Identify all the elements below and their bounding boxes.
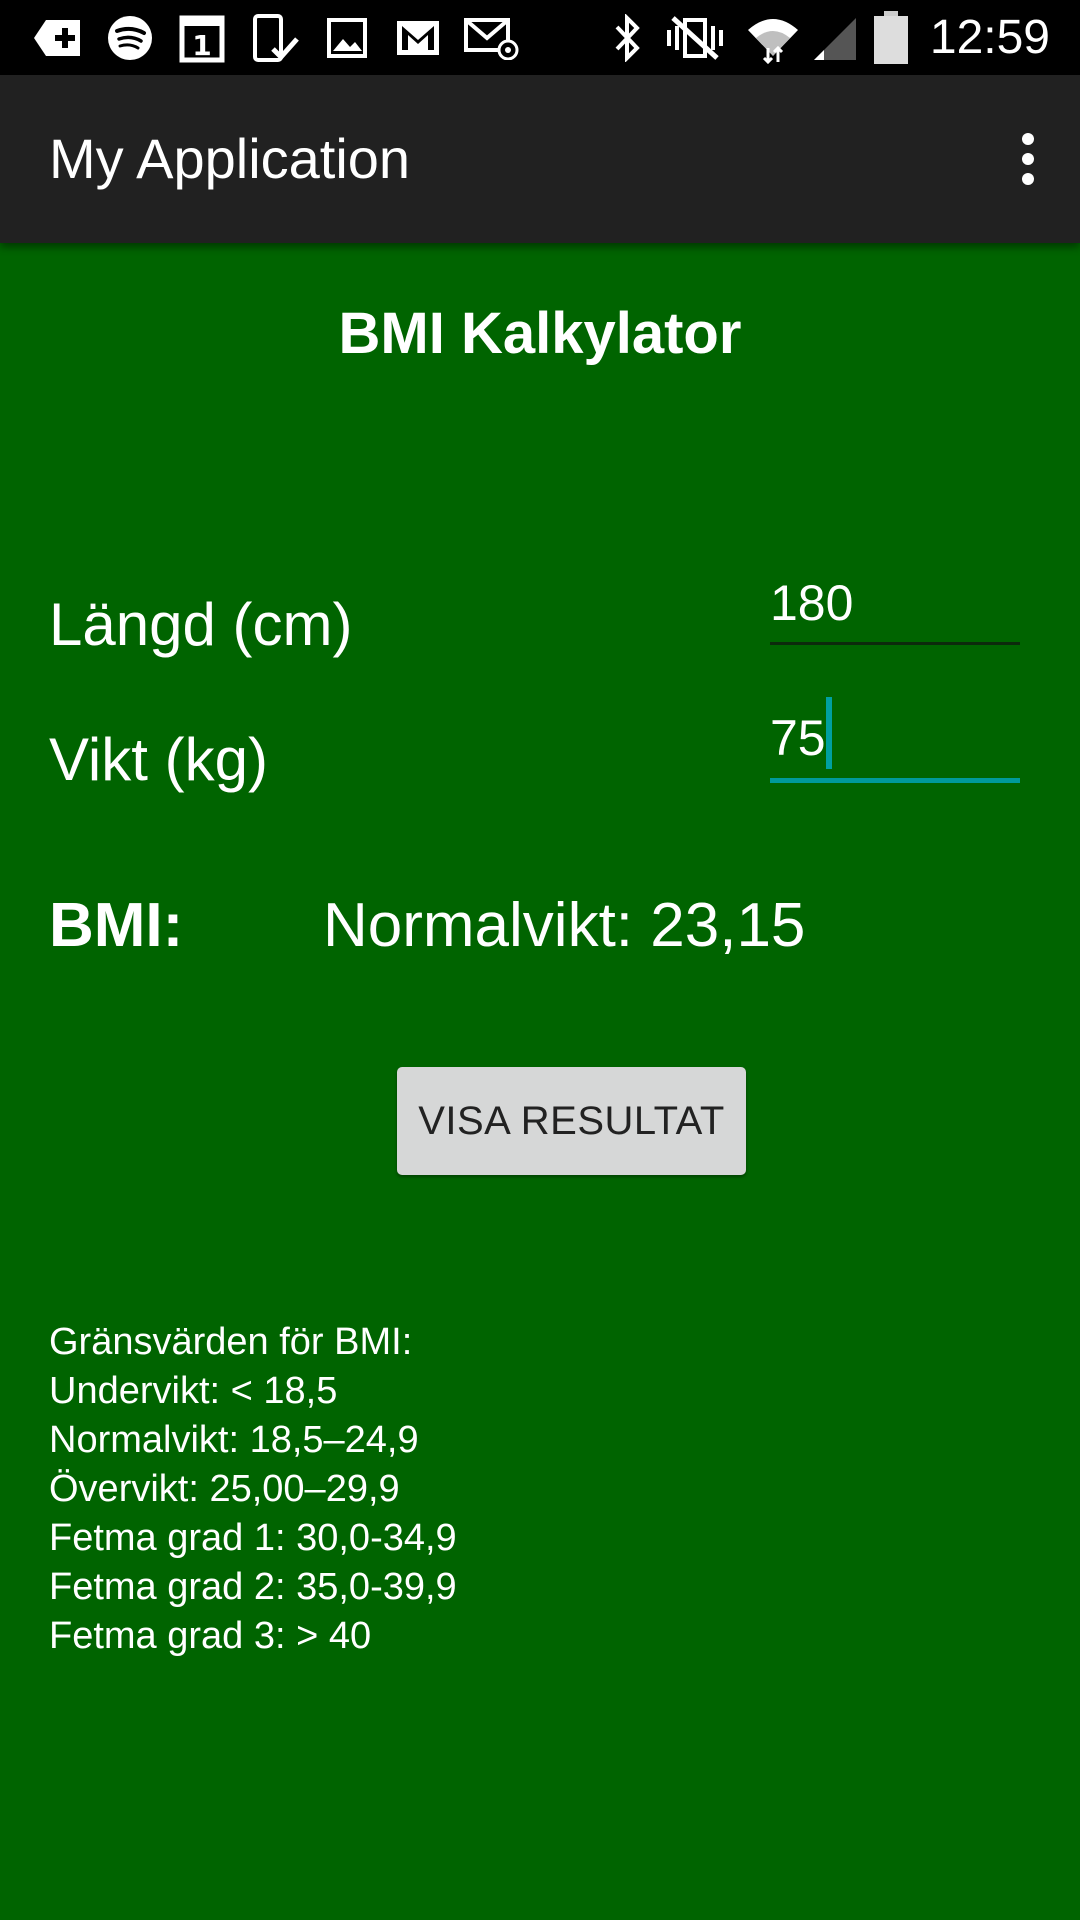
limits-line: Gränsvärden för BMI: xyxy=(49,1321,413,1363)
calendar-icon: 1 xyxy=(177,0,227,75)
height-input-value: 180 xyxy=(770,575,854,631)
weight-label: Vikt (kg) xyxy=(49,726,268,793)
image-icon xyxy=(322,0,372,75)
height-input-underline xyxy=(770,642,1020,645)
email-icon xyxy=(462,0,522,75)
app-bar: My Application xyxy=(0,75,1080,243)
show-result-button[interactable]: VISA RESULTAT xyxy=(397,1067,746,1175)
bmi-limits: Gränsvärden för BMI: Undervikt: < 18,5 N… xyxy=(49,1318,457,1661)
page-title: BMI Kalkylator xyxy=(338,301,742,366)
limits-line: Fetma grad 2: 35,0-39,9 xyxy=(49,1566,457,1608)
text-cursor xyxy=(825,697,832,769)
battery-icon xyxy=(868,0,914,75)
limits-line: Undervikt: < 18,5 xyxy=(49,1370,338,1412)
status-bar: 1 12:59 xyxy=(0,0,1080,75)
bmi-result: Normalvikt: 23,15 xyxy=(323,891,806,960)
gmail-icon xyxy=(393,0,443,75)
height-label: Längd (cm) xyxy=(49,591,353,658)
vibrate-silent-icon xyxy=(662,0,727,75)
weight-input-value: 75 xyxy=(770,710,826,766)
limits-line: Normalvikt: 18,5–24,9 xyxy=(49,1419,419,1461)
limits-line: Övervikt: 25,00–29,9 xyxy=(49,1468,400,1510)
bmi-label: BMI: xyxy=(49,891,184,960)
phone-check-icon xyxy=(250,0,300,75)
bluetooth-icon xyxy=(608,0,648,75)
add-icon xyxy=(30,0,85,75)
signal-icon xyxy=(808,0,860,75)
spotify-icon xyxy=(105,0,155,75)
limits-line: Fetma grad 3: > 40 xyxy=(49,1615,372,1657)
wifi-icon xyxy=(742,0,804,75)
clock: 12:59 xyxy=(929,11,1050,64)
app-title: My Application xyxy=(49,127,411,190)
more-vert-icon[interactable] xyxy=(998,119,1058,199)
weight-input-underline xyxy=(770,778,1020,783)
height-input[interactable]: 180 xyxy=(770,565,1020,645)
limits-line: Fetma grad 1: 30,0-34,9 xyxy=(49,1517,457,1559)
weight-input[interactable]: 75 xyxy=(770,697,1020,783)
svg-text:1: 1 xyxy=(192,29,211,62)
